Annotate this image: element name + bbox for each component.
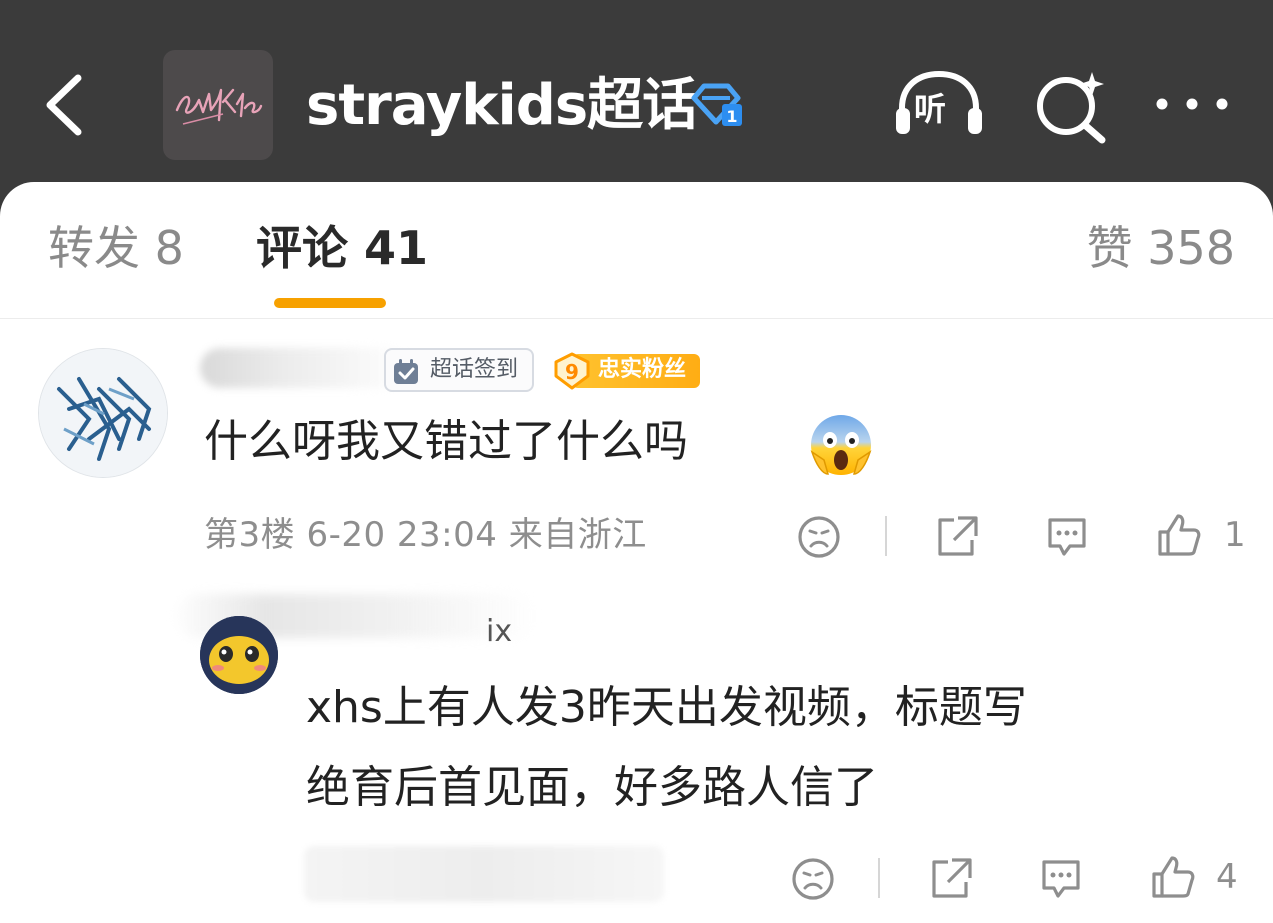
avatar[interactable] bbox=[38, 348, 168, 478]
username-obscured[interactable] bbox=[200, 348, 410, 388]
page-title: straykids超话 bbox=[306, 73, 698, 138]
loyal-fan-badge[interactable]: 9 忠实粉丝 bbox=[552, 352, 702, 390]
loyal-fan-label: 忠实粉丝 bbox=[598, 357, 687, 382]
fan-level-number: 9 bbox=[565, 360, 579, 384]
share-icon[interactable] bbox=[926, 854, 976, 904]
tab-bar: 转发 8 评论 41 赞 358 bbox=[0, 182, 1273, 319]
reply-text-line-2: 绝育后首见面，好多路人信了 bbox=[306, 762, 878, 813]
fan-level-icon: 9 bbox=[554, 352, 590, 390]
reply-username-suffix: ix bbox=[486, 614, 513, 649]
tab-reposts[interactable]: 转发 8 bbox=[48, 220, 184, 276]
action-divider bbox=[885, 516, 887, 556]
reply-like-count: 4 bbox=[1216, 857, 1238, 897]
top-bar: straykids超话 1 听 bbox=[0, 0, 1273, 200]
comments-sheet: 转发 8 评论 41 赞 358 超话签到 9 忠实粉丝 什么呀我又错过了什么吗 bbox=[0, 182, 1273, 923]
straykids-logo bbox=[175, 88, 263, 125]
dislike-face-icon[interactable] bbox=[788, 854, 838, 904]
like-count: 1 bbox=[1224, 515, 1246, 555]
supertopic-logo[interactable] bbox=[163, 50, 273, 160]
avatar-image bbox=[39, 349, 167, 477]
comment-bubble-icon[interactable] bbox=[1036, 854, 1086, 904]
checkin-badge[interactable]: 超话签到 bbox=[384, 348, 534, 392]
dislike-face-icon[interactable] bbox=[794, 512, 844, 562]
reply-meta-obscured bbox=[304, 846, 664, 902]
reply-text-line-1: xhs上有人发3昨天出发视频，标题写 bbox=[306, 682, 1027, 733]
back-arrow-icon[interactable] bbox=[38, 70, 94, 140]
svg-text:1: 1 bbox=[726, 107, 737, 126]
listen-button[interactable]: 听 bbox=[892, 68, 986, 140]
active-tab-indicator bbox=[274, 298, 386, 308]
comment-bubble-icon[interactable] bbox=[1042, 512, 1092, 562]
comment-text: 什么呀我又错过了什么吗 bbox=[204, 416, 688, 467]
more-dots-icon[interactable] bbox=[1152, 92, 1232, 116]
thumbs-up-icon[interactable] bbox=[1154, 510, 1204, 560]
verified-diamond-icon: 1 bbox=[691, 83, 742, 126]
checkin-badge-label: 超话签到 bbox=[430, 357, 519, 382]
reply-avatar[interactable] bbox=[200, 616, 278, 694]
ai-search-icon[interactable] bbox=[1032, 68, 1110, 144]
comment-meta: 第3楼 6-20 23:04 来自浙江 bbox=[204, 515, 647, 555]
share-icon[interactable] bbox=[932, 512, 982, 562]
listen-label: 听 bbox=[914, 90, 947, 128]
action-divider bbox=[878, 858, 880, 898]
thumbs-up-icon[interactable] bbox=[1148, 852, 1198, 902]
avatar-image bbox=[200, 616, 278, 694]
tab-comments[interactable]: 评论 41 bbox=[256, 220, 428, 276]
calendar-check-icon bbox=[394, 359, 418, 384]
screaming-face-emoji bbox=[810, 415, 872, 475]
tab-likes[interactable]: 赞 358 bbox=[1087, 220, 1235, 276]
